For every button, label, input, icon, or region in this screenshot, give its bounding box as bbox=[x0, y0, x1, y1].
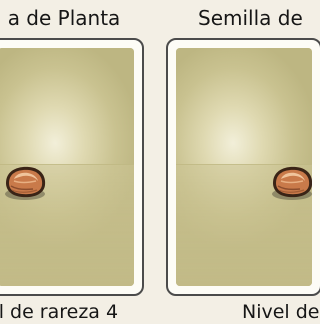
rarity-label: Nivel de r bbox=[242, 301, 320, 323]
seed-icon bbox=[5, 166, 46, 200]
item-image-panel bbox=[176, 48, 312, 286]
item-frame[interactable] bbox=[0, 38, 144, 296]
item-frame[interactable] bbox=[166, 38, 320, 296]
item-card-seed-left[interactable]: a de Planta el de rareza 4 bbox=[0, 0, 148, 323]
item-image-panel bbox=[0, 48, 134, 286]
card-title: a de Planta bbox=[7, 6, 121, 30]
rarity-label: el de rareza 4 bbox=[0, 301, 119, 323]
seed-icon bbox=[272, 166, 312, 200]
card-title: Semilla de bbox=[198, 6, 303, 30]
item-card-seed-right[interactable]: Semilla de Nivel de r bbox=[166, 0, 320, 323]
